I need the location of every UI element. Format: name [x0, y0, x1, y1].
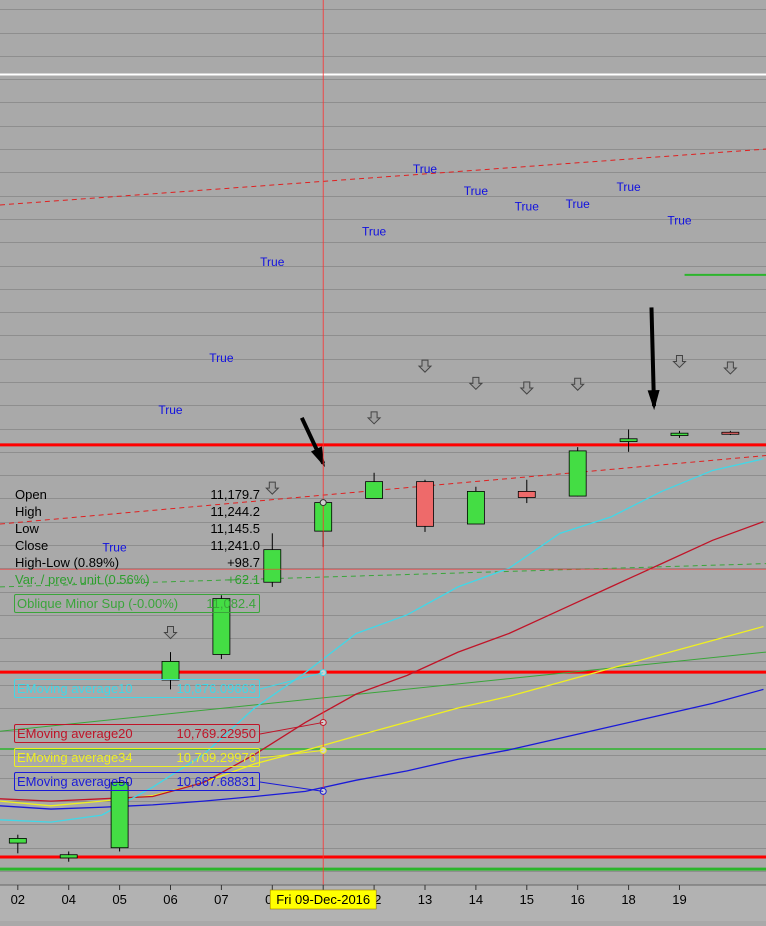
true-marker: True: [209, 351, 234, 365]
indicator-value: 10,667.68831: [176, 774, 256, 789]
x-tick-label: 13: [418, 892, 432, 907]
candle-body: [8, 838, 27, 844]
candle-body: [670, 432, 689, 436]
candle-body: [466, 491, 485, 525]
info-label: High: [15, 504, 42, 519]
indicator-label: Oblique Minor Sup (-0.00%): [17, 596, 179, 611]
info-row-high: High 11,244.2: [15, 503, 260, 520]
true-marker: True: [158, 403, 183, 417]
x-tick-label: 16: [570, 892, 584, 907]
candle-body: [110, 782, 129, 849]
true-marker: True: [515, 200, 540, 214]
indicator-oblique-minor-sup[interactable]: Oblique Minor Sup (-0.00%) 11,082.4: [14, 594, 260, 613]
x-tick-label: 19: [672, 892, 686, 907]
indicator-value: 10,876.09663: [176, 681, 256, 696]
indicator-ema20[interactable]: EMoving average20 10,769.22950: [14, 724, 260, 743]
indicator-label: EMoving average34: [17, 750, 133, 765]
ohlc-info-panel: Open 11,179.7 High 11,244.2 Low 11,145.5 Cl…: [15, 486, 260, 588]
candle-body: [721, 431, 740, 435]
info-label: Close: [15, 538, 49, 553]
info-row-variation: Var. / prev. unit (0.56%) +62.1: [15, 571, 260, 588]
info-row-open: Open 11,179.7: [15, 486, 260, 503]
x-tick-label: 15: [520, 892, 534, 907]
candle-body: [619, 438, 638, 442]
x-tick-label: 14: [469, 892, 483, 907]
info-value: +62.1: [227, 572, 260, 587]
info-label: Open: [15, 487, 47, 502]
indicator-label: EMoving average10: [17, 681, 133, 696]
candle-body: [568, 450, 587, 497]
info-row-high-low: High-Low (0.89%) +98.7: [15, 554, 260, 571]
cursor-date-label: Fri 09-Dec-2016: [276, 892, 370, 907]
info-label: Var. / prev. unit (0.56%): [15, 572, 150, 587]
info-value: 11,244.2: [210, 504, 260, 519]
x-tick-label: 02: [11, 892, 25, 907]
true-marker: True: [260, 255, 285, 269]
info-label: Low: [15, 521, 39, 536]
cursor-point: [319, 499, 327, 507]
true-marker: True: [362, 225, 387, 239]
candle-body: [161, 661, 180, 681]
indicator-ema34[interactable]: EMoving average34 10,709.29976: [14, 748, 260, 767]
true-marker: True: [464, 184, 489, 198]
indicator-ema50[interactable]: EMoving average50 10,667.68831: [14, 772, 260, 791]
candlestick-chart[interactable]: True True True True True True True True True True…: [0, 0, 766, 921]
x-tick-label: 07: [214, 892, 228, 907]
candle-body: [416, 481, 434, 527]
indicator-label: EMoving average50: [17, 774, 133, 789]
indicator-value: 11,082.4: [206, 596, 256, 611]
true-marker: True: [566, 197, 591, 211]
indicator-value: 10,769.22950: [176, 726, 256, 741]
info-value: 11,179.7: [210, 487, 260, 502]
true-marker: True: [413, 162, 438, 176]
info-value: 11,145.5: [210, 521, 260, 536]
true-marker: True: [616, 180, 641, 194]
candle-body: [59, 854, 78, 859]
x-tick-label: 04: [61, 892, 75, 907]
info-label: High-Low (0.89%): [15, 555, 120, 570]
true-marker: True: [667, 214, 692, 228]
indicator-ema10[interactable]: EMoving average10 10,876.09663: [14, 679, 260, 698]
candle-body: [263, 549, 282, 583]
indicator-value: 10,709.29976: [176, 750, 256, 765]
x-tick-label: 06: [163, 892, 177, 907]
x-tick-label: 18: [621, 892, 635, 907]
x-tick-label: 05: [112, 892, 126, 907]
info-row-close: Close 11,241.0: [15, 537, 260, 554]
info-value: 11,241.0: [210, 538, 260, 553]
x-axis: 0204050607080912131415161819Fri 09-Dec-2…: [0, 884, 766, 921]
info-value: +98.7: [227, 555, 260, 570]
candle-body: [517, 491, 536, 498]
candle-body: [365, 481, 383, 499]
indicator-label: EMoving average20: [17, 726, 133, 741]
info-row-low: Low 11,145.5: [15, 520, 260, 537]
